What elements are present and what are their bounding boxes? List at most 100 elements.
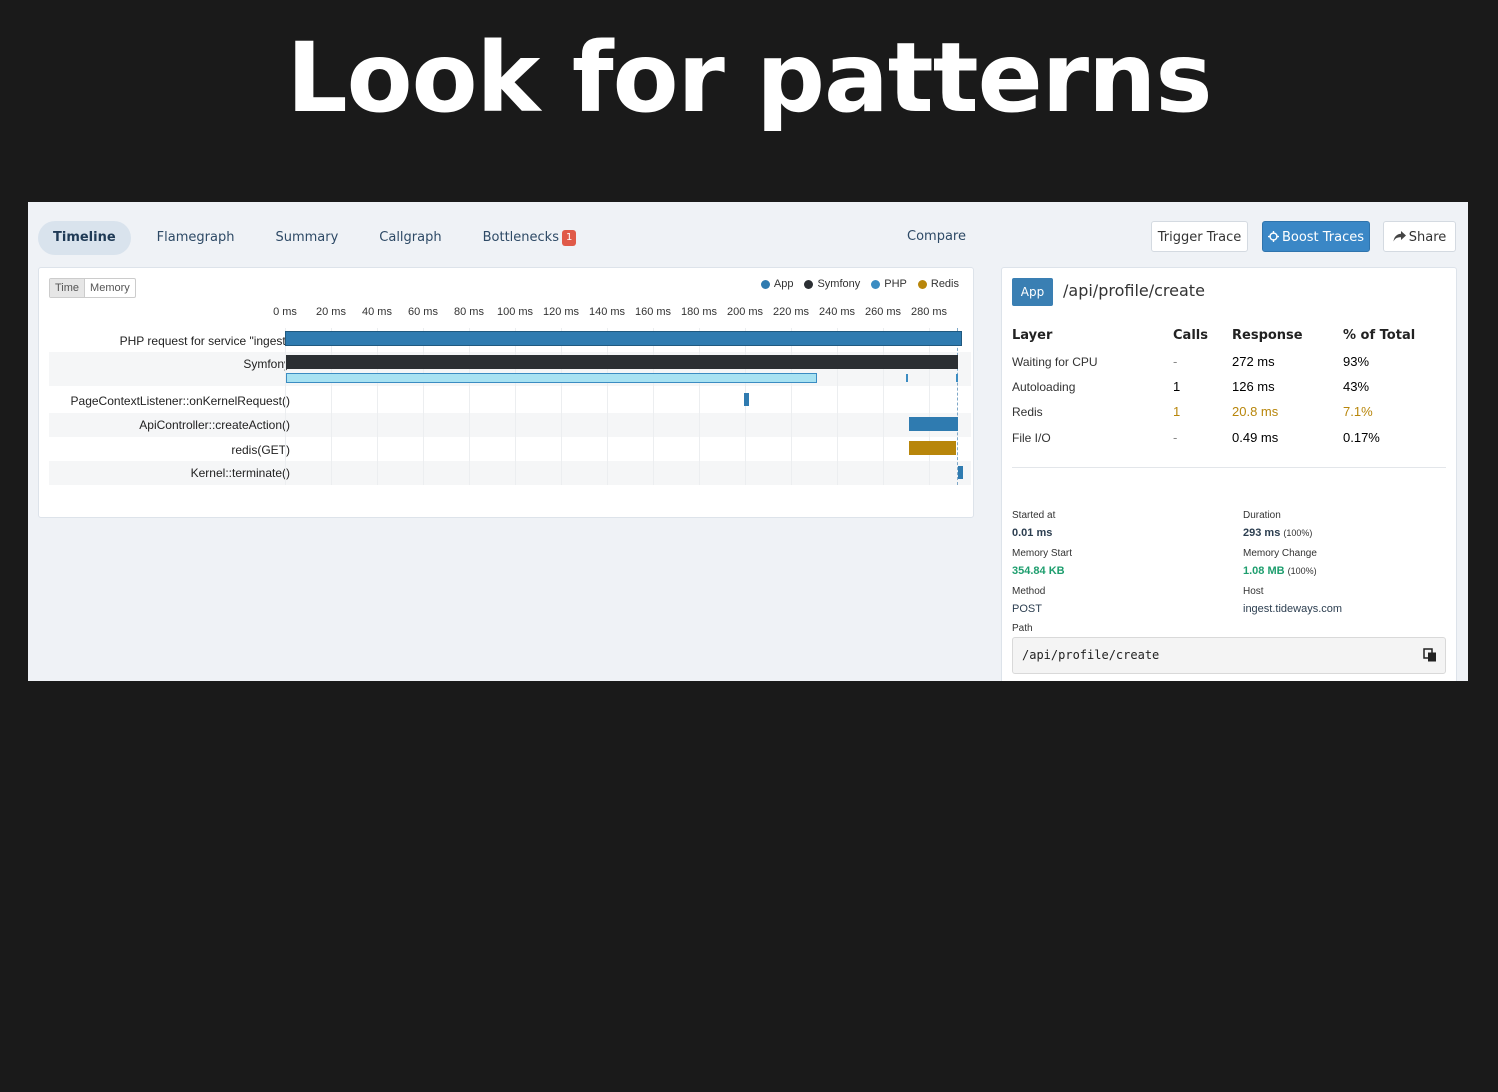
gridline: [837, 328, 838, 485]
span-bar-php-request[interactable]: [285, 331, 962, 346]
timeline-row: PageContextListener::onKernelRequest(): [49, 389, 971, 413]
gridline: [929, 328, 930, 485]
span-bar-terminate[interactable]: [958, 466, 963, 479]
row-label: redis(GET): [231, 443, 290, 457]
host-label: Host: [1243, 586, 1264, 597]
trigger-trace-label: Trigger Trace: [1157, 230, 1242, 245]
time-axis: 0 ms 20 ms 40 ms 60 ms 80 ms 100 ms 120 …: [39, 304, 973, 322]
timeline-row: ApiController::createAction(): [49, 413, 971, 437]
layer-name: Autoloading: [1012, 380, 1076, 394]
copy-icon[interactable]: [1423, 648, 1437, 662]
axis-tick: 220 ms: [772, 306, 810, 318]
header-layer: Layer: [1012, 328, 1053, 343]
tab-label: Bottlenecks: [482, 230, 559, 245]
share-button[interactable]: Share: [1383, 221, 1456, 252]
share-label: Share: [1408, 230, 1447, 245]
gridline: [469, 328, 470, 485]
gridline: [515, 328, 516, 485]
gridline: [745, 328, 746, 485]
span-bar-small[interactable]: [956, 374, 958, 382]
memory-toggle-button[interactable]: Memory: [85, 279, 135, 297]
layer-pct: 7.1%: [1343, 404, 1373, 419]
duration-value: 293 ms (100%): [1243, 527, 1312, 539]
axis-tick: 100 ms: [496, 306, 534, 318]
table-row: Autoloading 1 126 ms 43%: [1012, 379, 1442, 399]
table-row: Redis 1 20.8 ms 7.1%: [1012, 404, 1442, 424]
tab-label: Callgraph: [379, 230, 442, 245]
legend-dot: [917, 279, 927, 289]
header-calls: Calls: [1173, 328, 1208, 343]
timeline-row: redis(GET): [49, 437, 971, 461]
route-title: /api/profile/create: [1063, 281, 1205, 300]
gridline: [699, 328, 700, 485]
axis-tick: 40 ms: [362, 306, 392, 318]
tab-bottlenecks[interactable]: Bottlenecks 1: [468, 221, 592, 255]
header-response: Response: [1232, 328, 1303, 343]
axis-tick: 0 ms: [273, 306, 297, 318]
span-bar-symfony-php[interactable]: [286, 373, 817, 383]
gridline: [285, 328, 286, 485]
gridline: [377, 328, 378, 485]
gridline: [561, 328, 562, 485]
legend-item-app: App: [760, 278, 793, 290]
span-bar-onkernelrequest[interactable]: [744, 393, 749, 406]
axis-tick: 140 ms: [588, 306, 626, 318]
legend-item-redis: Redis: [917, 278, 959, 290]
layer-response: 0.49 ms: [1232, 430, 1279, 445]
time-memory-toggle: Time Memory: [49, 278, 136, 298]
tab-label: Summary: [275, 230, 339, 245]
path-field[interactable]: /api/profile/create: [1012, 637, 1446, 674]
boost-traces-label: Boost Traces: [1281, 230, 1365, 245]
layer-name: Waiting for CPU: [1012, 355, 1098, 369]
tab-flamegraph[interactable]: Flamegraph: [142, 221, 250, 255]
layer-pct: 0.17%: [1343, 430, 1380, 445]
divider: [1012, 467, 1446, 468]
layer-pct: 43%: [1343, 379, 1370, 394]
time-toggle-button[interactable]: Time: [50, 279, 86, 297]
tab-timeline[interactable]: Timeline: [38, 221, 131, 255]
memory-start-value: 354.84 KB: [1012, 565, 1065, 577]
layer-calls: -: [1173, 430, 1178, 445]
table-row: File I/O - 0.49 ms 0.17%: [1012, 430, 1442, 450]
host-value: ingest.tideways.com: [1243, 603, 1343, 615]
row-label: Kernel::terminate(): [190, 466, 290, 480]
gridline: [331, 328, 332, 485]
span-bar-createaction[interactable]: [909, 417, 958, 431]
legend-item-php: PHP: [871, 278, 907, 290]
memory-change-number: 1.08 MB: [1243, 565, 1285, 577]
gridline: [653, 328, 654, 485]
axis-tick: 60 ms: [408, 306, 438, 318]
tab-callgraph[interactable]: Callgraph: [364, 221, 456, 255]
memory-change-value: 1.08 MB (100%): [1243, 565, 1317, 577]
timeline-panel: Time Memory App Symfony PHP Redis 0 ms 2…: [38, 267, 974, 518]
boost-traces-button[interactable]: Boost Traces: [1262, 221, 1370, 252]
tab-summary[interactable]: Summary: [260, 221, 353, 255]
memory-change-pct: (100%): [1287, 566, 1317, 576]
path-value: /api/profile/create: [1022, 648, 1160, 662]
app-tag: App: [1012, 278, 1053, 306]
crosshair-icon: [1267, 231, 1279, 242]
axis-tick: 20 ms: [316, 306, 346, 318]
span-bar-small[interactable]: [906, 374, 908, 382]
gridline: [883, 328, 884, 485]
compare-link[interactable]: Compare: [907, 229, 966, 244]
span-bar-symfony[interactable]: [286, 355, 958, 369]
duration-label: Duration: [1243, 510, 1281, 521]
layer-calls: 1: [1173, 404, 1181, 419]
layer-calls: 1: [1173, 379, 1181, 394]
layer-response: 20.8 ms: [1232, 404, 1279, 419]
tab-bar: Timeline Flamegraph Summary Callgraph Bo…: [38, 221, 602, 255]
legend-dot: [760, 279, 770, 289]
layer-response: 126 ms: [1232, 379, 1275, 394]
legend-label: Symfony: [817, 278, 861, 290]
axis-tick: 120 ms: [542, 306, 580, 318]
span-bar-redis-get[interactable]: [909, 441, 956, 455]
row-label: Symfony: [243, 357, 290, 371]
axis-tick: 160 ms: [634, 306, 672, 318]
method-value: POST: [1012, 603, 1042, 615]
tab-label: Timeline: [53, 230, 116, 245]
legend: App Symfony PHP Redis: [750, 278, 959, 290]
row-label: PHP request for service "ingest": [119, 334, 290, 348]
legend-item-symfony: Symfony: [804, 278, 860, 290]
trigger-trace-button[interactable]: Trigger Trace: [1151, 221, 1248, 252]
